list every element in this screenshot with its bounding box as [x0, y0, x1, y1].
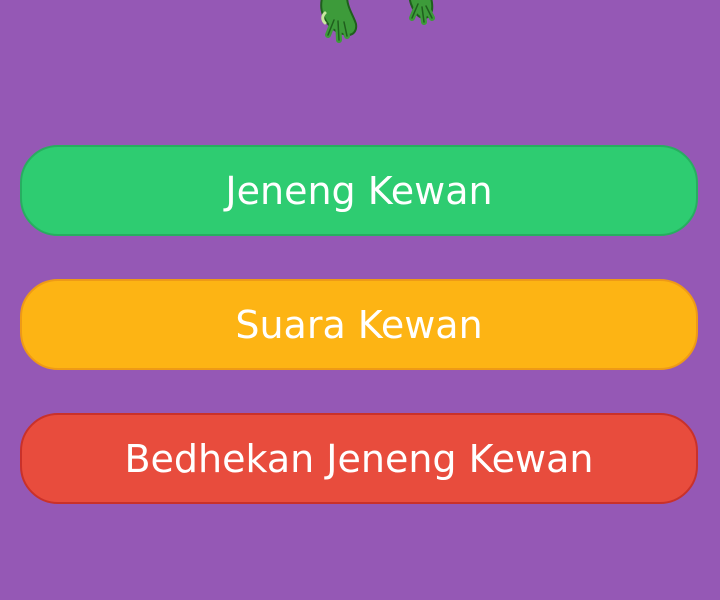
suara-kewan-button[interactable]: Suara Kewan: [20, 279, 698, 370]
jeneng-kewan-button[interactable]: Jeneng Kewan: [20, 145, 698, 236]
bedhekan-jeneng-kewan-button[interactable]: Bedhekan Jeneng Kewan: [20, 413, 698, 504]
frog-icon: [320, 0, 435, 43]
